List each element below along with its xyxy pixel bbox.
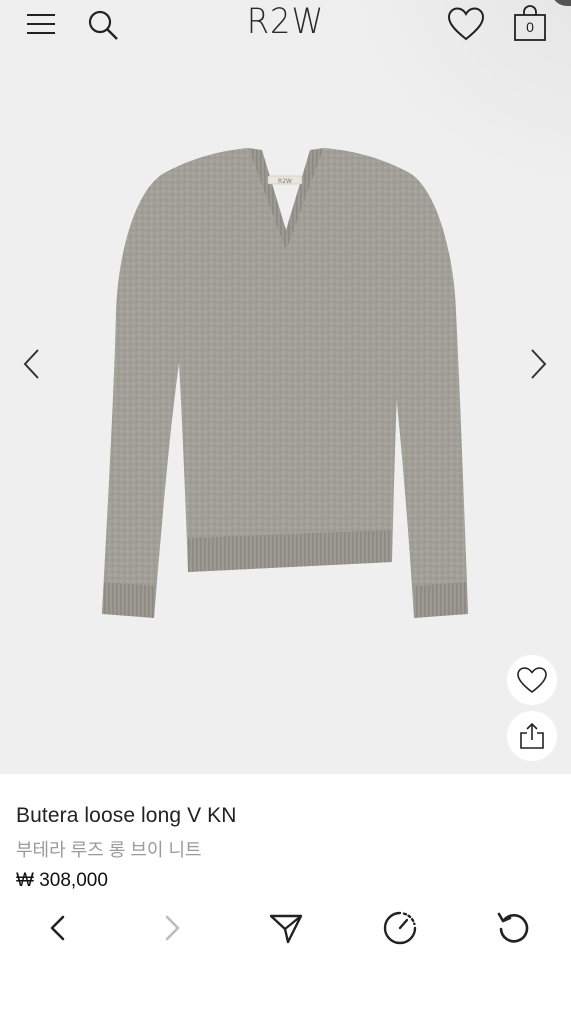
heart-icon[interactable] [446,6,486,42]
wishlist-button[interactable] [507,655,557,705]
garment-label: R2W [278,178,292,185]
chevron-left-icon[interactable] [18,344,46,384]
browser-toolbar [0,900,571,956]
product-image-gallery[interactable]: R2W [0,0,571,774]
back-icon[interactable] [38,908,78,948]
speed-icon[interactable] [380,908,420,948]
product-page: R2W R2W 0 Butera loose long V KN 부테라 루즈 … [0,0,571,1024]
product-name-korean: 부테라 루즈 롱 브이 니트 [16,840,202,860]
product-price: ₩ 308,000 [16,870,108,891]
reload-icon[interactable] [494,908,534,948]
cart-count-badge: 0 [526,19,534,35]
chevron-right-icon[interactable] [524,344,552,384]
forward-icon[interactable] [152,908,192,948]
share-button[interactable] [507,711,557,761]
heart-icon [517,667,547,694]
site-header: R2W 0 [0,0,571,50]
share-icon [520,722,544,749]
product-name: Butera loose long V KN [16,804,237,827]
send-icon[interactable] [266,908,306,948]
product-image: R2W [102,148,468,618]
